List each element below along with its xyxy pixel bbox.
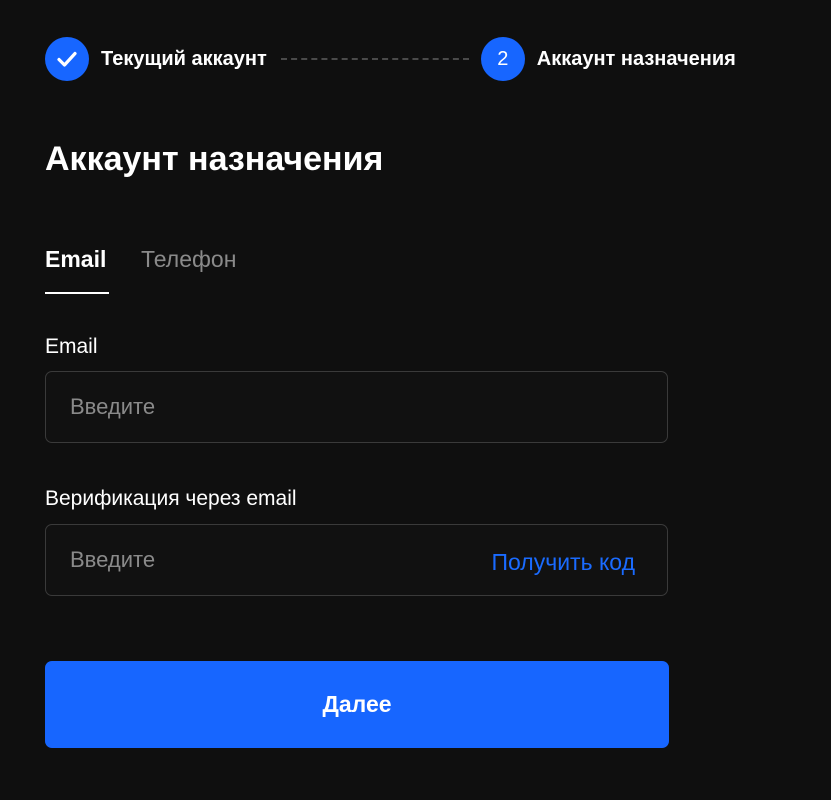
step-2-label: Аккаунт назначения [536,47,736,70]
verification-field-label: Верификация через email [45,487,297,510]
page-title: Аккаунт назначения [45,140,384,178]
tab-phone[interactable]: Телефон [141,246,236,292]
next-button[interactable]: Далее [45,661,669,748]
step-2-number: 2 [497,47,509,70]
step-1-label: Текущий аккаунт [101,47,267,70]
verification-field-container: Получить код [45,524,668,596]
stepper: Текущий аккаунт 2 Аккаунт назначения [45,37,785,81]
tab-email[interactable]: Email [45,246,109,294]
tab-bar: Email Телефон [45,246,236,294]
step-connector [280,58,469,60]
email-field-container [45,371,668,443]
email-field-label: Email [45,335,98,358]
step-1-indicator [45,37,89,81]
get-code-link[interactable]: Получить код [491,549,635,576]
step-2-indicator: 2 [480,37,525,81]
verification-code-input[interactable] [70,525,450,595]
transfer-page: Текущий аккаунт 2 Аккаунт назначения Акк… [0,0,831,800]
email-input[interactable] [70,372,450,442]
check-icon [57,51,77,67]
